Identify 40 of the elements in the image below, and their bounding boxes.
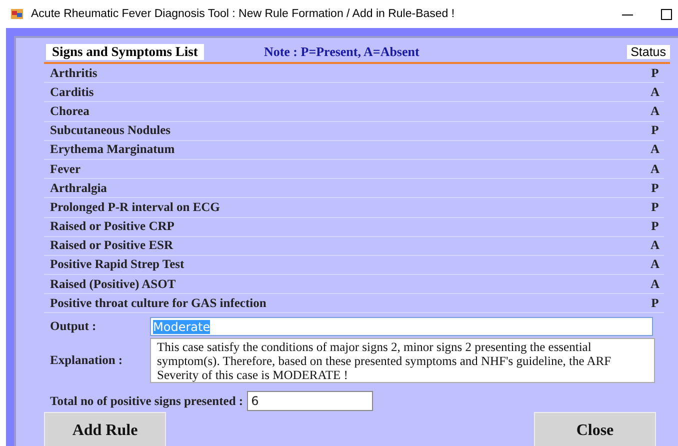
symptom-name: Erythema Marginatum	[50, 142, 175, 158]
symptom-status: A	[649, 257, 661, 272]
symptom-name: Prolonged P-R interval on ECG	[50, 200, 220, 215]
symptom-status: P	[650, 180, 660, 196]
symptom-status: A	[649, 238, 661, 254]
symptom-name: Fever	[50, 162, 81, 177]
symptom-name: Carditis	[50, 84, 94, 100]
symptom-status: A	[649, 84, 661, 100]
symptom-name: Arthritis	[50, 66, 98, 81]
status-header: Status	[626, 45, 670, 59]
symptom-name: Subcutaneous Nodules	[50, 123, 171, 138]
output-value: Moderate	[153, 320, 210, 334]
output-label: Output :	[50, 319, 98, 334]
symptom-status: P	[650, 66, 660, 81]
symptom-name: Positive Rapid Strep Test	[50, 257, 184, 272]
app-icon	[10, 7, 24, 21]
legend-note: Note : P=Present, A=Absent	[264, 44, 420, 60]
total-label: Total no of positive signs presented :	[50, 394, 244, 409]
list-title: Signs and Symptoms List	[46, 44, 204, 60]
add-rule-button[interactable]: Add Rule	[44, 412, 166, 446]
symptom-status: A	[649, 162, 661, 177]
symptom-status: P	[650, 296, 660, 311]
explanation-field[interactable]: This case satisfy the conditions of major signs 2, minor signs 2 presenting the essential symptom(s). Therefore, based on these presented symptoms and NHF's guideline, the ARF Severity of this case is MODERATE !	[150, 338, 655, 384]
symptom-status: A	[649, 276, 661, 292]
maximize-icon[interactable]	[661, 8, 672, 20]
total-field[interactable]: 6	[247, 391, 374, 412]
window-title: Acute Rheumatic Fever Diagnosis Tool : New Rule Formation / Add in Rule-Based !	[31, 8, 456, 20]
symptom-status: P	[650, 200, 660, 215]
explanation-label: Explanation :	[50, 353, 124, 368]
symptom-status: A	[649, 142, 661, 158]
symptom-name: Chorea	[50, 104, 90, 119]
symptom-status: P	[650, 219, 660, 234]
close-button[interactable]: Close	[534, 412, 656, 446]
symptom-name: Arthralgia	[50, 180, 107, 196]
symptom-name: Raised or Positive CRP	[50, 219, 174, 234]
symptom-name: Raised (Positive) ASOT	[50, 276, 176, 292]
symptom-status: P	[650, 123, 660, 138]
symptom-status: A	[649, 104, 661, 119]
symptom-name: Positive throat culture for GAS infection	[50, 296, 266, 311]
symptom-name: Raised or Positive ESR	[50, 238, 174, 254]
